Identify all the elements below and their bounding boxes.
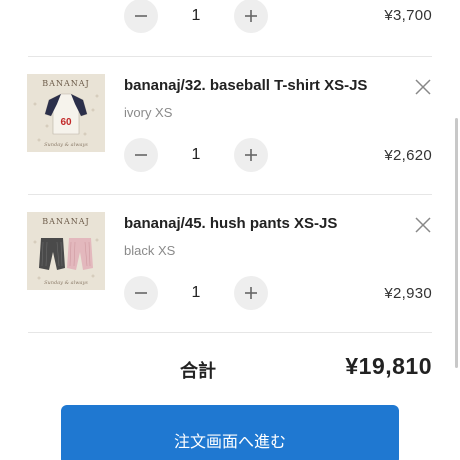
total-value: ¥19,810 — [345, 353, 432, 379]
plus-icon — [245, 287, 257, 299]
minus-icon — [135, 154, 147, 156]
item-variant: ivory XS — [124, 105, 173, 120]
decrease-quantity-button[interactable] — [124, 0, 158, 33]
quantity-value: 1 — [191, 146, 201, 163]
quantity-stepper: 1 — [124, 275, 268, 311]
item-name[interactable]: bananaj/32. baseball T-shirt XS-JS — [124, 77, 367, 94]
quantity-value: 1 — [191, 284, 201, 301]
product-thumbnail[interactable]: BANANAJ 60 Sunday & always — [27, 74, 105, 152]
minus-icon — [135, 292, 147, 294]
remove-item-button[interactable] — [414, 78, 432, 96]
item-variant: black XS — [124, 243, 176, 258]
decrease-quantity-button[interactable] — [124, 138, 158, 172]
thumb-script-text: Sunday & always — [44, 142, 88, 148]
thumb-script-text: Sunday & always — [44, 280, 88, 286]
scrollbar[interactable] — [455, 118, 458, 368]
thumb-brand-text: BANANAJ — [42, 217, 89, 226]
increase-quantity-button[interactable] — [234, 0, 268, 33]
minus-icon — [135, 15, 147, 17]
quantity-stepper: 1 — [124, 0, 268, 34]
total-label: 合計 — [180, 361, 216, 381]
increase-quantity-button[interactable] — [234, 138, 268, 172]
item-price: ¥3,700 — [384, 7, 432, 24]
quantity-stepper: 1 — [124, 137, 268, 173]
divider — [28, 56, 432, 57]
plus-icon — [245, 10, 257, 22]
remove-item-button[interactable] — [414, 216, 432, 234]
quantity-value: 1 — [191, 7, 201, 24]
plus-icon — [245, 149, 257, 161]
item-name[interactable]: bananaj/45. hush pants XS-JS — [124, 215, 337, 232]
item-price: ¥2,620 — [384, 147, 432, 164]
thumb-number-text: 60 — [60, 117, 72, 128]
close-icon — [415, 217, 431, 233]
item-price: ¥2,930 — [384, 285, 432, 302]
close-icon — [415, 79, 431, 95]
product-thumbnail[interactable]: BANANAJ Sunday & always — [27, 212, 105, 290]
decrease-quantity-button[interactable] — [124, 276, 158, 310]
divider — [28, 332, 432, 333]
checkout-button[interactable]: 注文画面へ進む — [61, 405, 399, 460]
thumb-brand-text: BANANAJ — [42, 79, 89, 88]
divider — [28, 194, 432, 195]
increase-quantity-button[interactable] — [234, 276, 268, 310]
